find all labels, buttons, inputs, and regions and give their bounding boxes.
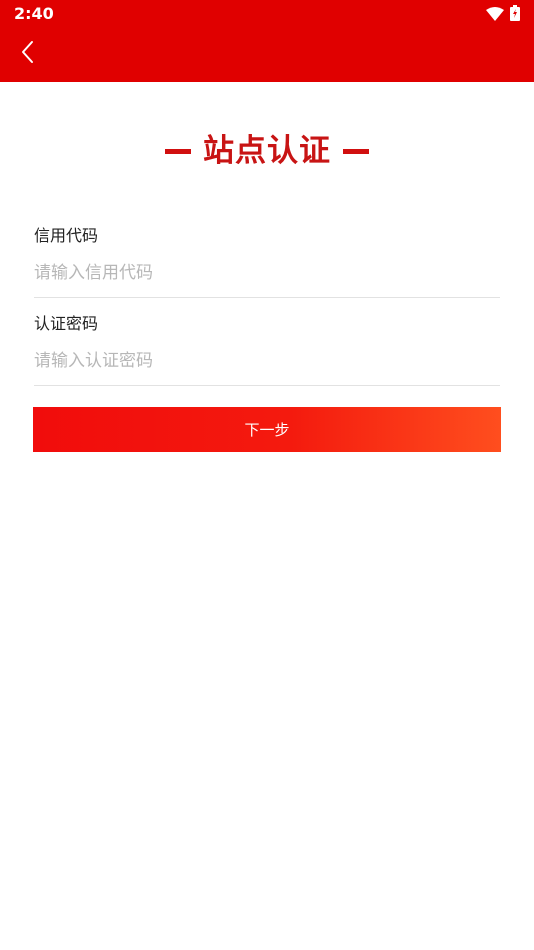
- credit-code-label: 信用代码: [34, 226, 99, 245]
- credit-code-field: 信用代码: [34, 225, 500, 298]
- status-time: 2:40: [14, 4, 54, 23]
- title-dash-right: [343, 148, 369, 154]
- page-title: 站点认证: [203, 133, 331, 169]
- wifi-icon: [486, 6, 504, 25]
- station-auth-screen: 2:40 站点认证 信用代码 请输入信用代码 认证密码 下一步: [0, 0, 534, 950]
- page-title-block: 站点认证: [0, 128, 534, 174]
- password-input[interactable]: [34, 337, 500, 386]
- next-button[interactable]: 下一步: [33, 407, 501, 452]
- title-dash-left: [165, 148, 191, 154]
- app-header: 2:40: [0, 0, 534, 82]
- password-field: 认证密码: [34, 313, 500, 386]
- status-icons: [486, 5, 520, 25]
- back-button[interactable]: [12, 38, 44, 70]
- credit-code-input[interactable]: [34, 249, 500, 298]
- password-label: 认证密码: [34, 314, 99, 333]
- battery-charging-icon: [510, 5, 520, 25]
- chevron-left-icon: [21, 40, 35, 68]
